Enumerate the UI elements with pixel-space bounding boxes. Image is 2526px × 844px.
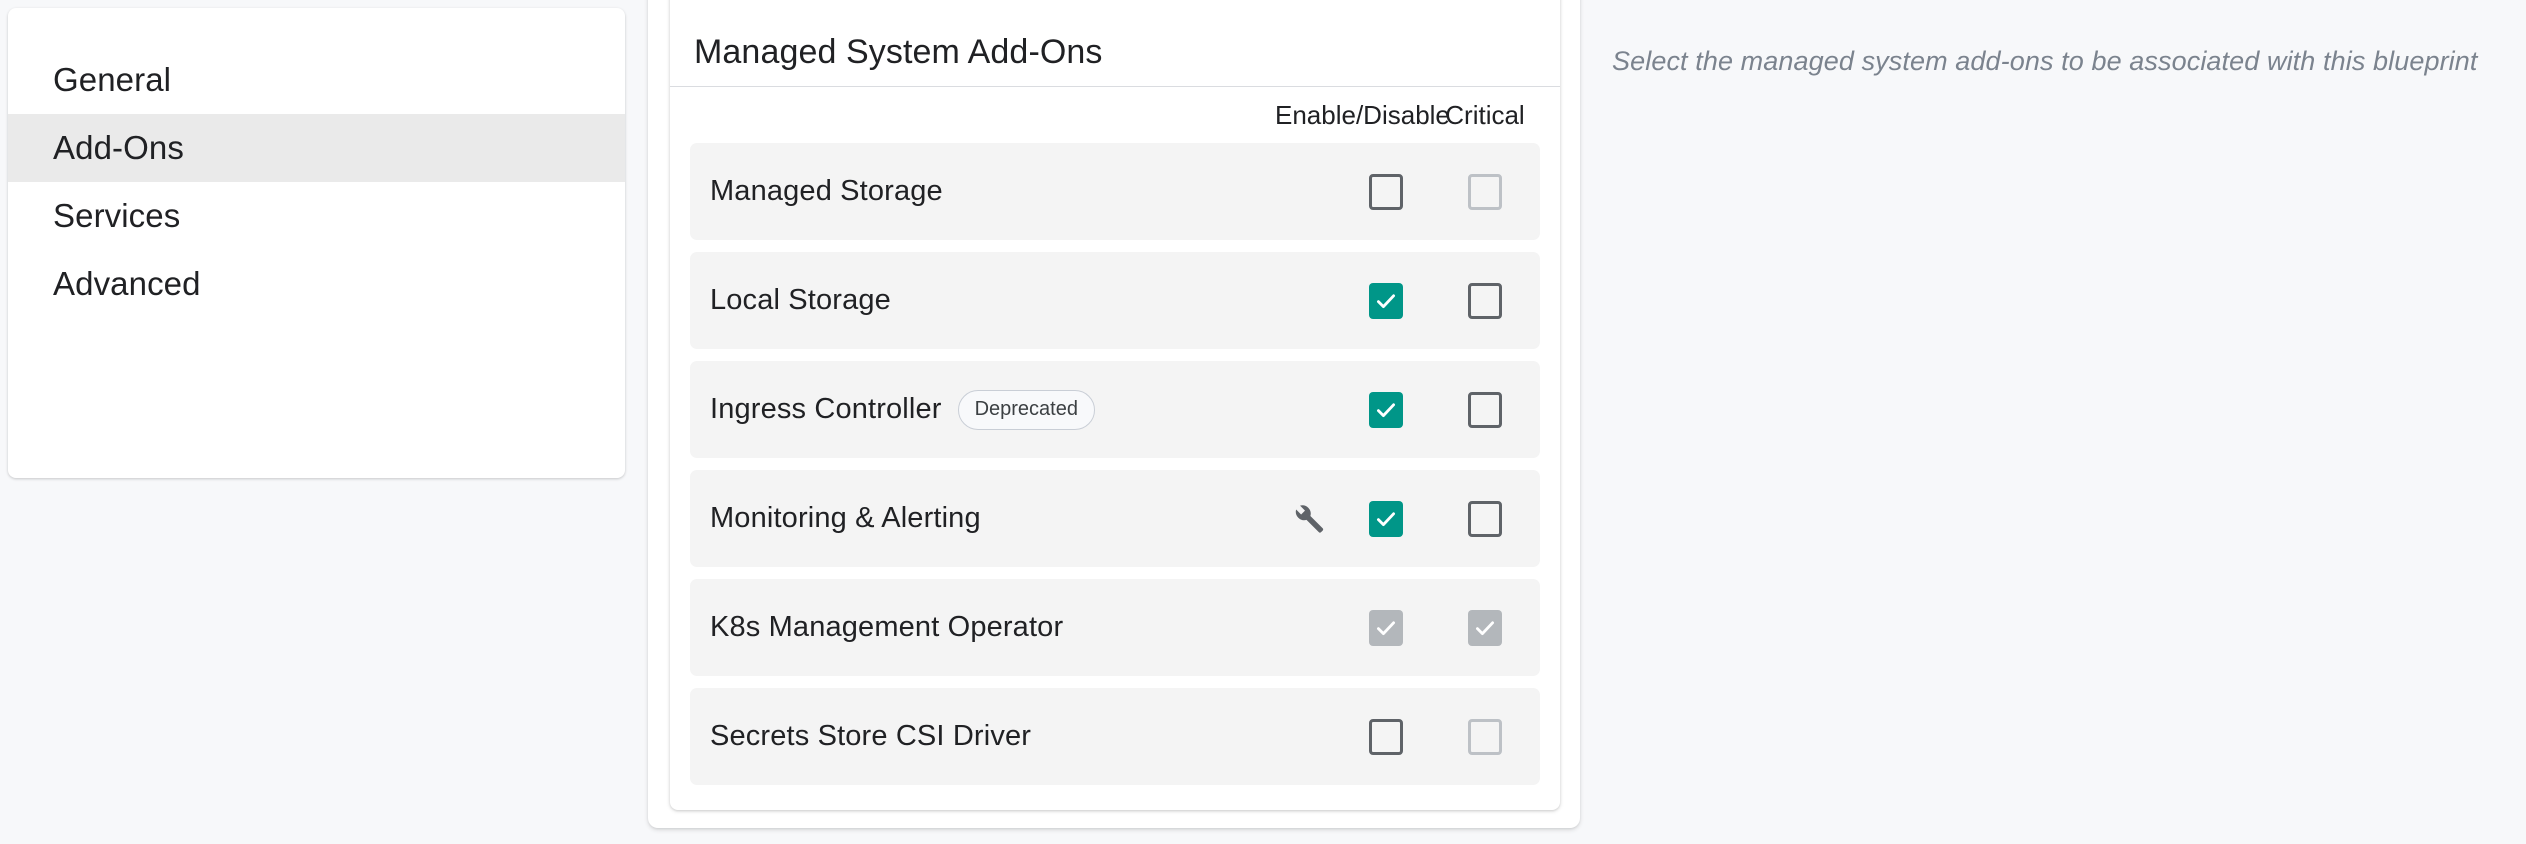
enable-checkbox[interactable] [1368,718,1403,755]
enable-cell [1341,282,1430,319]
sidebar-item-advanced[interactable]: Advanced [8,250,625,318]
settings-nav-card: General Add-Ons Services Advanced [8,8,625,478]
critical-checkbox[interactable] [1468,173,1502,210]
table-row: Monitoring & Alerting [690,470,1540,567]
enable-cell [1341,500,1430,537]
table-row: Local Storage [690,252,1540,349]
column-header-critical: Critical [1445,99,1525,130]
sidebar-item-general[interactable]: General [8,46,625,114]
table-row: Ingress Controller Deprecated [690,361,1540,458]
sidebar-item-services[interactable]: Services [8,182,625,250]
critical-cell [1430,718,1540,755]
critical-checkbox[interactable] [1468,718,1502,755]
enable-checkbox[interactable] [1368,173,1403,210]
checkmark-icon [1376,511,1395,526]
addon-name: Monitoring & Alerting [710,502,981,534]
sidebar-item-label: Advanced [53,265,201,302]
enable-checkbox [1368,609,1403,646]
enable-cell [1341,609,1430,646]
critical-cell [1430,500,1540,537]
checkmark-icon [1376,620,1395,635]
checkmark-icon [1376,402,1395,417]
enable-cell [1341,718,1430,755]
helper-text: Select the managed system add-ons to be … [1612,46,2478,76]
column-header-enable-disable: Enable/Disable [1275,99,1450,130]
addon-name: K8s Management Operator [710,611,1064,643]
critical-cell [1430,609,1540,646]
enable-checkbox[interactable] [1368,282,1403,319]
critical-checkbox[interactable] [1468,500,1502,537]
managed-system-addons-card: Managed System Add-Ons Enable/Disable Cr… [670,0,1560,810]
critical-cell [1430,173,1540,210]
enable-cell [1341,173,1430,210]
critical-cell [1430,391,1540,428]
column-headers: Enable/Disable Critical [670,87,1560,143]
sidebar-item-add-ons[interactable]: Add-Ons [8,114,625,182]
table-row: Managed Storage [690,143,1540,240]
sidebar-item-label: Add-Ons [53,129,184,166]
status-badge: Deprecated [957,389,1095,430]
page-root: General Add-Ons Services Advanced Manage… [0,0,2526,844]
enable-cell [1341,391,1430,428]
addon-name: Ingress Controller [710,393,942,425]
enable-checkbox[interactable] [1368,391,1403,428]
wrench-icon[interactable] [1290,501,1326,537]
sidebar-item-label: Services [53,197,181,234]
critical-cell [1430,282,1540,319]
addon-name: Managed Storage [710,175,943,207]
critical-checkbox [1468,609,1502,646]
addon-tool-cell [1275,501,1341,537]
checkmark-icon [1476,620,1494,635]
sidebar-item-label: General [53,61,172,98]
addon-name: Local Storage [710,284,891,316]
critical-checkbox[interactable] [1468,282,1502,319]
addon-rows: Managed Storage Local Storage Ingress Co… [670,143,1560,785]
card-title: Managed System Add-Ons [694,33,1103,71]
critical-checkbox[interactable] [1468,391,1502,428]
addon-name: Secrets Store CSI Driver [710,720,1032,752]
table-row: Secrets Store CSI Driver [690,688,1540,785]
table-row: K8s Management Operator [690,579,1540,676]
enable-checkbox[interactable] [1368,500,1403,537]
checkmark-icon [1376,293,1395,308]
